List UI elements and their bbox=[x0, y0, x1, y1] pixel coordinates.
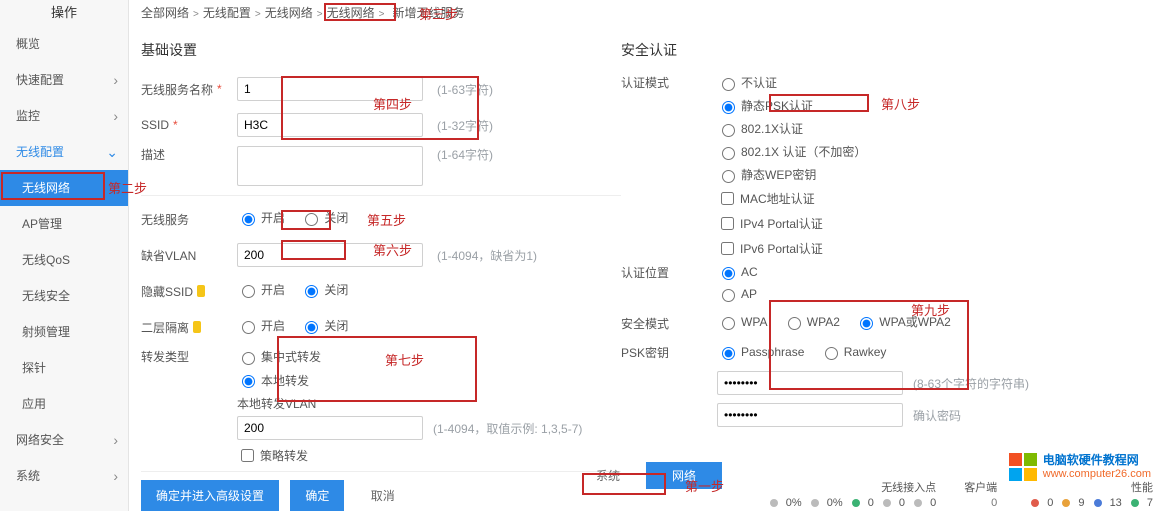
ssid-hint: (1-32字符) bbox=[437, 117, 493, 134]
psk-input[interactable] bbox=[717, 371, 903, 395]
local-vlan-hint: (1-4094，取值示例: 1,3,5-7) bbox=[433, 420, 582, 437]
security-settings: 安全认证 认证模式 不认证 静态PSK认证 802.1X认证 802.1X 认证… bbox=[621, 26, 1151, 511]
sidebar-item[interactable]: 监控 bbox=[0, 98, 128, 134]
sidebar: 操作 概览快速配置监控无线配置无线网络AP管理无线QoS无线安全射频管理探针应用… bbox=[0, 0, 129, 511]
lamp-icon bbox=[193, 321, 201, 333]
basic-title: 基础设置 bbox=[141, 40, 621, 60]
chevron-right-icon: > bbox=[255, 9, 261, 20]
status-p-nums: 0 9 13 7 bbox=[1025, 497, 1153, 509]
sec-mode-label: 安全模式 bbox=[621, 315, 669, 332]
chevron-right-icon: > bbox=[317, 9, 323, 20]
required-icon: * bbox=[217, 82, 222, 96]
local-vlan-input[interactable] bbox=[237, 416, 423, 440]
sidebar-item[interactable]: 应用 bbox=[0, 386, 128, 422]
sidebar-item[interactable]: 快速配置 bbox=[0, 62, 128, 98]
sidebar-item[interactable]: 概览 bbox=[0, 26, 128, 62]
sidebar-title: 操作 bbox=[0, 0, 128, 26]
breadcrumb-seg[interactable]: 全部网络 bbox=[141, 6, 189, 20]
breadcrumb-seg[interactable]: 无线网络 bbox=[265, 6, 313, 20]
service-on-radio[interactable]: 开启 bbox=[237, 209, 285, 226]
service-name-hint: (1-63字符) bbox=[437, 81, 493, 98]
sidebar-item[interactable]: 无线安全 bbox=[0, 278, 128, 314]
chevron-right-icon: > bbox=[193, 9, 199, 20]
auth-v6portal[interactable]: IPv6 Portal认证 bbox=[717, 239, 1139, 258]
ok-button[interactable]: 确定 bbox=[290, 480, 344, 511]
breadcrumb-seg[interactable]: 无线配置 bbox=[203, 6, 251, 20]
breadcrumb-seg[interactable]: 无线网络 bbox=[327, 6, 375, 20]
auth-mode-label: 认证模式 bbox=[621, 74, 669, 91]
required-icon: * bbox=[173, 118, 178, 132]
ssid-input[interactable] bbox=[237, 113, 423, 137]
sidebar-item[interactable]: AP管理 bbox=[0, 206, 128, 242]
auth-psk[interactable]: 静态PSK认证 bbox=[717, 97, 1139, 114]
wpa-or-wpa2[interactable]: WPA或WPA2 bbox=[855, 313, 951, 330]
forward-type-label: 转发类型 bbox=[141, 348, 189, 365]
desc-hint: (1-64字符) bbox=[437, 146, 493, 163]
wpa[interactable]: WPA bbox=[717, 314, 767, 330]
status-w-nums: 0% 0% 0 0 0 bbox=[764, 497, 936, 509]
local-vlan-label: 本地转发VLAN bbox=[237, 395, 621, 412]
basic-settings: 基础设置 无线服务名称* (1-63字符) SSID* (1-32字符) 描述 … bbox=[141, 26, 621, 511]
status-clabel: 客户端 bbox=[964, 479, 997, 495]
sidebar-item[interactable]: 探针 bbox=[0, 350, 128, 386]
rawkey-radio[interactable]: Rawkey bbox=[820, 344, 887, 360]
sidebar-item[interactable]: 射频管理 bbox=[0, 314, 128, 350]
auth-8021x[interactable]: 802.1X认证 bbox=[717, 120, 1139, 137]
sidebar-item[interactable]: 无线配置 bbox=[0, 134, 128, 170]
default-vlan-label: 缺省VLAN bbox=[141, 247, 196, 264]
tab-system[interactable]: 系统 bbox=[570, 462, 646, 489]
service-name-label: 无线服务名称 bbox=[141, 81, 213, 98]
desc-input[interactable] bbox=[237, 146, 423, 186]
sidebar-item[interactable]: 无线QoS bbox=[0, 242, 128, 278]
policy-forward-check[interactable]: 策略转发 bbox=[237, 446, 609, 465]
auth-mac[interactable]: MAC地址认证 bbox=[717, 189, 1139, 208]
security-title: 安全认证 bbox=[621, 40, 1151, 60]
service-off-radio[interactable]: 关闭 bbox=[300, 209, 348, 226]
tab-network[interactable]: 网络 bbox=[646, 462, 722, 489]
cancel-button[interactable]: 取消 bbox=[356, 480, 410, 511]
sidebar-item[interactable]: 系统 bbox=[0, 458, 128, 494]
breadcrumb: 全部网络>无线配置>无线网络>无线网络>新增无线服务 bbox=[141, 0, 1151, 26]
desc-label: 描述 bbox=[141, 146, 165, 163]
hide-ssid-off[interactable]: 关闭 bbox=[300, 281, 348, 298]
psk-confirm-hint: 确认密码 bbox=[913, 407, 961, 424]
wireless-service-label: 无线服务 bbox=[141, 211, 189, 228]
auth-loc-ac[interactable]: AC bbox=[717, 264, 895, 280]
status-plabel: 性能 bbox=[1131, 479, 1153, 495]
status-bar: 无线接入点 0% 0% 0 0 0 客户端 0 性能 0 9 13 bbox=[764, 479, 1153, 509]
forward-central[interactable]: 集中式转发 bbox=[237, 348, 321, 365]
breadcrumb-seg[interactable]: 新增无线服务 bbox=[388, 5, 468, 21]
bottom-tabs: 系统 网络 bbox=[570, 462, 722, 489]
passphrase-radio[interactable]: Passphrase bbox=[717, 344, 804, 360]
ok-adv-button[interactable]: 确定并进入高级设置 bbox=[141, 480, 279, 511]
status-wlabel: 无线接入点 bbox=[881, 479, 936, 495]
psk-hint: (8-63个字符的字符串) bbox=[913, 375, 1029, 392]
hide-ssid-on[interactable]: 开启 bbox=[237, 281, 285, 298]
ssid-label: SSID bbox=[141, 118, 169, 132]
status-c-num: 0 bbox=[991, 497, 997, 509]
default-vlan-input[interactable] bbox=[237, 243, 423, 267]
auth-loc-ap[interactable]: AP bbox=[717, 286, 895, 302]
forward-local[interactable]: 本地转发 bbox=[237, 372, 309, 389]
auth-8021x-open[interactable]: 802.1X 认证（不加密） bbox=[717, 143, 1139, 160]
l2-isolate-label: 二层隔离 bbox=[141, 319, 189, 336]
sidebar-item[interactable]: 网络安全 bbox=[0, 422, 128, 458]
main-panel: 全部网络>无线配置>无线网络>无线网络>新增无线服务 基础设置 无线服务名称* … bbox=[129, 0, 1163, 511]
auth-none[interactable]: 不认证 bbox=[717, 74, 1139, 91]
chevron-right-icon: > bbox=[379, 9, 385, 20]
wpa2[interactable]: WPA2 bbox=[783, 314, 840, 330]
psk-confirm-input[interactable] bbox=[717, 403, 903, 427]
service-name-input[interactable] bbox=[237, 77, 423, 101]
auth-wep[interactable]: 静态WEP密钥 bbox=[717, 166, 1139, 183]
lamp-icon bbox=[197, 285, 205, 297]
hide-ssid-label: 隐藏SSID bbox=[141, 283, 193, 300]
l2-on[interactable]: 开启 bbox=[237, 317, 285, 334]
auth-loc-label: 认证位置 bbox=[621, 264, 669, 281]
default-vlan-hint: (1-4094，缺省为1) bbox=[437, 247, 537, 264]
psk-label: PSK密钥 bbox=[621, 344, 669, 361]
auth-v4portal[interactable]: IPv4 Portal认证 bbox=[717, 214, 1139, 233]
sidebar-item[interactable]: 无线网络 bbox=[0, 170, 128, 206]
l2-off[interactable]: 关闭 bbox=[300, 317, 348, 334]
